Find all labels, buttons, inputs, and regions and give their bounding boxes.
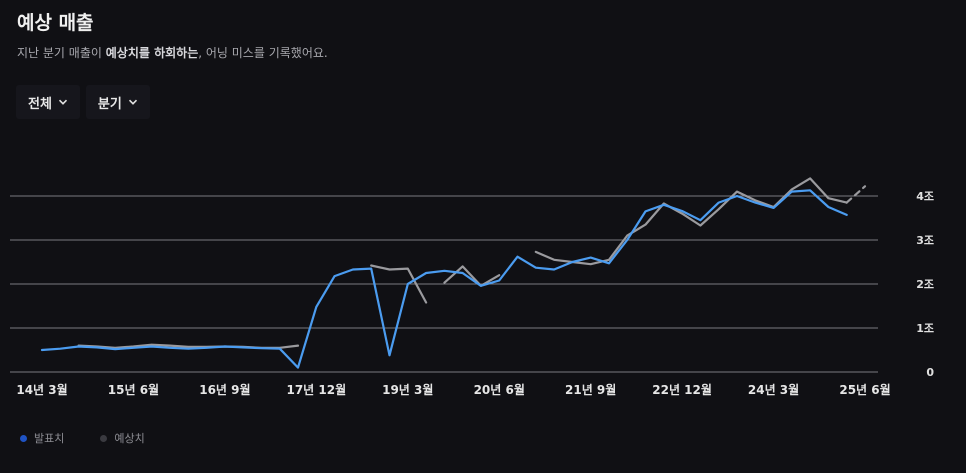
chevron-down-icon [58, 99, 67, 105]
legend-label-actual: 발표치 [34, 432, 65, 445]
chart-legend: 발표치 예상치 [20, 430, 145, 446]
x-tick-label: 15년 6월 [108, 382, 159, 397]
y-tick-label: 0 [926, 366, 934, 379]
x-tick-label: 24년 3월 [748, 382, 799, 397]
page-subtitle: 지난 분기 매출이 예상치를 하회하는, 어닝 미스를 기록했어요. [17, 44, 328, 61]
page-title: 예상 매출 [17, 12, 94, 34]
subtitle-text-start: 지난 분기 매출이 [17, 46, 106, 60]
x-tick-label: 16년 9월 [199, 382, 250, 397]
subtitle-highlight: 예상치를 하회하는 [105, 46, 199, 60]
x-tick-label: 14년 3월 [16, 382, 67, 397]
range-dropdown-label: 전체 [28, 96, 52, 112]
legend-dot-estimate [100, 434, 108, 442]
x-tick-label: 17년 12월 [286, 382, 346, 397]
revenue-chart: 0 1조 2조 3조 4조 14년 3월 15년 6월 16년 9월 17년 12월 19년 3월… [10, 177, 934, 397]
series-line-actual [40, 189, 848, 369]
period-dropdown[interactable]: 분기 [85, 85, 150, 119]
y-tick-label: 1조 [916, 322, 934, 335]
series-line-estimate-forecast [845, 185, 867, 204]
filter-bar: 전체 분기 [16, 85, 150, 119]
x-tick-label: 21년 9월 [565, 382, 616, 397]
range-dropdown[interactable]: 전체 [16, 85, 80, 119]
legend-label-estimate: 예상치 [114, 432, 145, 445]
y-tick-label: 3조 [916, 234, 934, 247]
legend-item-actual: 발표치 [20, 430, 64, 446]
x-tick-label: 20년 6월 [474, 382, 525, 397]
chevron-down-icon [128, 99, 137, 105]
y-tick-label: 4조 [916, 190, 934, 203]
y-tick-label: 2조 [916, 278, 934, 291]
x-tick-label: 19년 3월 [382, 382, 433, 397]
x-tick-label: 22년 12월 [652, 382, 712, 397]
subtitle-text-end: , 어닝 미스를 기록했어요. [198, 46, 328, 60]
legend-item-estimate: 예상치 [100, 430, 145, 446]
x-tick-label: 25년 6월 [839, 382, 890, 397]
legend-dot-actual [20, 434, 27, 442]
period-dropdown-label: 분기 [97, 96, 122, 112]
